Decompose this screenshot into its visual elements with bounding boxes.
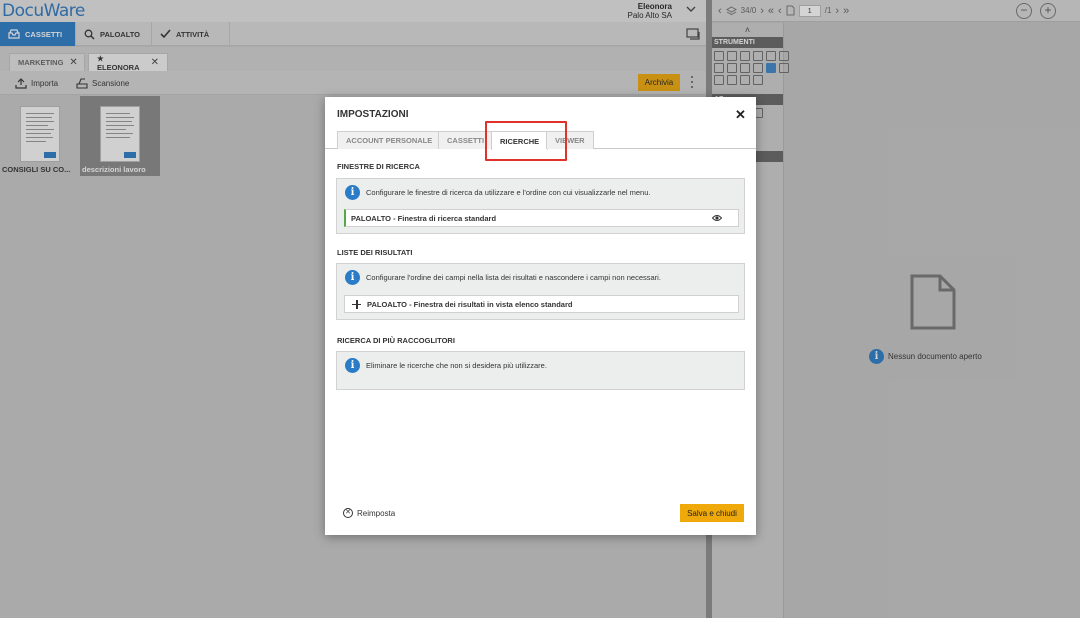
dialog-title: IMPOSTAZIONI [337, 109, 409, 120]
reset-button[interactable]: ✕ Reimposta [343, 508, 395, 518]
info-row: i Eliminare le ricerche che non si desid… [345, 358, 547, 373]
tab-account[interactable]: ACCOUNT PERSONALE [337, 131, 442, 149]
info-text: Configurare le finestre di ricerca da ut… [366, 188, 651, 197]
info-text: Eliminare le ricerche che non si desider… [366, 361, 547, 370]
section-title-result-lists: LISTE DEI RISULTATI [337, 248, 413, 257]
info-row: i Configurare l'ordine dei campi nella l… [345, 270, 661, 285]
section-title-search-windows: FINESTRE DI RICERCA [337, 162, 420, 171]
info-row: i Configurare le finestre di ricerca da … [345, 185, 650, 200]
entry-label: PALOALTO - Finestra dei risultati in vis… [367, 299, 573, 309]
search-window-entry[interactable]: PALOALTO - Finestra di ricerca standard [344, 209, 739, 227]
info-icon: i [345, 358, 360, 373]
eye-icon[interactable] [712, 214, 722, 222]
settings-dialog: IMPOSTAZIONI ✕ ACCOUNT PERSONALE CASSETT… [325, 97, 756, 535]
info-text: Configurare l'ordine dei campi nella lis… [366, 273, 661, 282]
info-icon: i [345, 185, 360, 200]
section-title-multi-search: RICERCA DI PIÙ RACCOGLITORI [337, 336, 455, 345]
reset-label: Reimposta [357, 508, 396, 518]
search-windows-panel: i Configurare le finestre di ricerca da … [336, 178, 745, 234]
multi-search-panel: i Eliminare le ricerche che non si desid… [336, 351, 745, 390]
save-and-close-button[interactable]: Salva e chiudi [680, 504, 744, 522]
expand-plus-icon[interactable] [352, 299, 361, 309]
result-lists-panel: i Configurare l'ordine dei campi nella l… [336, 263, 745, 320]
info-icon: i [345, 270, 360, 285]
close-icon[interactable]: ✕ [735, 107, 746, 123]
reset-x-icon: ✕ [343, 508, 353, 518]
result-list-entry[interactable]: PALOALTO - Finestra dei risultati in vis… [344, 295, 739, 313]
highlight-annotation [485, 121, 567, 161]
entry-label: PALOALTO - Finestra di ricerca standard [351, 213, 497, 223]
